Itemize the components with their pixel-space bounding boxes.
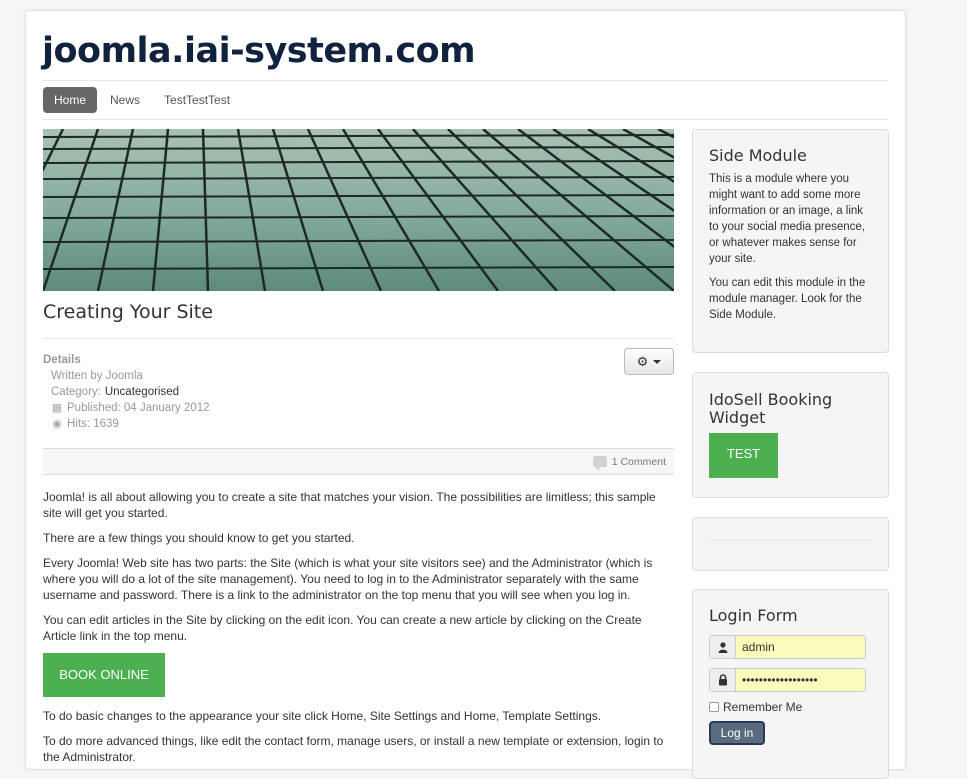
side-module-text: This is a module where you might want to… <box>709 173 865 265</box>
side-module-text: You can edit this module in the module m… <box>709 277 866 321</box>
username-group <box>709 635 866 659</box>
username-input[interactable] <box>735 635 866 659</box>
article-paragraph: To do basic changes to the appearance yo… <box>43 709 602 723</box>
article-hero-image <box>43 129 674 291</box>
remember-me[interactable]: Remember Me <box>709 700 872 714</box>
password-input[interactable] <box>735 668 866 692</box>
article-body: Joomla! is all about allowing you to cre… <box>43 489 674 774</box>
password-group <box>709 668 866 692</box>
login-form-module: Login Form Remember Me Log in <box>692 589 889 779</box>
divider <box>709 540 872 541</box>
details-published-text: Published: 04 January 2012 <box>67 402 210 414</box>
article-details: Details Written by Joomla Category: Unca… <box>43 352 210 432</box>
remember-me-label: Remember Me <box>723 700 803 714</box>
site-title[interactable]: joomla.iai-system.com <box>42 31 476 71</box>
article-paragraph: There are a few things you should know t… <box>43 531 355 545</box>
comment-icon <box>592 456 607 470</box>
book-online-button[interactable]: BOOK ONLINE <box>43 653 165 697</box>
article-title: Creating Your Site <box>43 301 213 323</box>
article-paragraph: To do more advanced things, like edit th… <box>43 734 664 764</box>
side-module: Side Module This is a module where you m… <box>692 129 889 353</box>
article-paragraph: Every Joomla! Web site has two parts: th… <box>43 556 653 602</box>
login-button[interactable]: Log in <box>709 721 765 745</box>
calendar-icon: ▦ <box>51 402 63 414</box>
article-tools-button[interactable]: ⚙ <box>624 348 674 375</box>
details-author: Written by Joomla <box>43 368 210 384</box>
category-link[interactable]: Uncategorised <box>105 384 179 400</box>
details-hits: ◉ Hits: 1639 <box>43 416 210 432</box>
details-heading: Details <box>43 354 81 366</box>
divider <box>43 119 888 120</box>
nav-item-testtesttest[interactable]: TestTestTest <box>153 87 241 113</box>
divider <box>43 80 888 81</box>
test-button[interactable]: TEST <box>709 433 778 478</box>
nav-item-home[interactable]: Home <box>43 87 98 113</box>
user-icon <box>709 635 735 659</box>
article-paragraph: Joomla! is all about allowing you to cre… <box>43 490 656 520</box>
main-nav: Home News TestTestTest <box>43 87 243 113</box>
remember-me-checkbox[interactable] <box>709 702 719 712</box>
details-category-label: Category: <box>51 386 101 398</box>
details-category: Category: Uncategorised <box>43 384 210 400</box>
lock-icon <box>709 668 735 692</box>
side-module-title: Side Module <box>709 146 807 165</box>
login-form-title: Login Form <box>709 606 798 625</box>
details-published: ▦ Published: 04 January 2012 <box>43 400 210 416</box>
page-container: joomla.iai-system.com Home News TestTest… <box>25 10 906 779</box>
eye-icon: ◉ <box>52 418 62 430</box>
comments-link[interactable]: 1 Comment <box>612 456 666 468</box>
details-hits-text: Hits: 1639 <box>67 418 119 430</box>
booking-widget-module: IdoSell Booking Widget TEST <box>692 372 889 498</box>
divider <box>43 338 674 339</box>
gear-icon: ⚙ <box>636 353 649 369</box>
nav-item-news[interactable]: News <box>99 87 151 113</box>
booking-widget-title: IdoSell Booking Widget <box>709 390 833 427</box>
article-paragraph: You can edit articles in the Site by cli… <box>43 613 642 643</box>
details-author-text: Written by Joomla <box>51 370 143 382</box>
empty-module <box>692 517 889 571</box>
comment-bar: 1 Comment <box>43 448 674 475</box>
chevron-down-icon <box>653 359 662 364</box>
